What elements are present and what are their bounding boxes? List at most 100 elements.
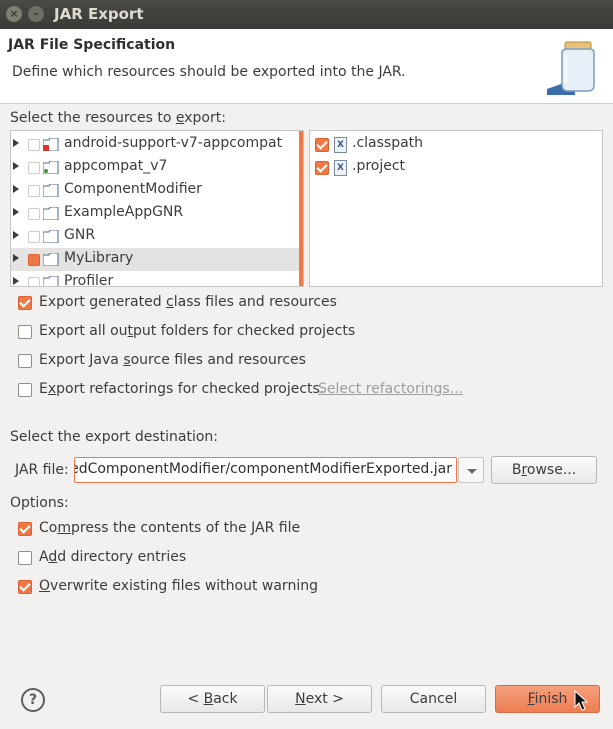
tree-item-profiler[interactable]: Profiler: [11, 271, 299, 286]
tree-item-appcompat-v7[interactable]: appcompat_v7: [11, 156, 299, 179]
button-mnemonic: F: [527, 691, 535, 707]
tree-checkbox[interactable]: [28, 162, 40, 174]
export-java-source-checkbox[interactable]: [18, 354, 32, 368]
expand-arrow-icon[interactable]: [13, 254, 19, 262]
back-button[interactable]: < Back: [160, 685, 265, 713]
tree-checkbox[interactable]: [28, 231, 40, 243]
overwrite-checkbox[interactable]: [18, 580, 32, 594]
tree-checkbox[interactable]: [28, 208, 40, 220]
option-mnemonic: c: [166, 294, 174, 310]
wizard-header: JAR File Specification Define which reso…: [0, 29, 613, 104]
file-list[interactable]: X .classpath X .project: [309, 130, 603, 287]
tree-item-label: GNR: [64, 227, 96, 243]
file-checkbox[interactable]: [315, 138, 329, 152]
tree-checkbox[interactable]: [28, 139, 40, 151]
expand-arrow-icon[interactable]: [13, 185, 19, 193]
next-button[interactable]: Next >: [267, 685, 372, 713]
expand-arrow-icon[interactable]: [13, 277, 19, 285]
option-text: Co: [39, 520, 58, 536]
button-text: ack: [213, 691, 238, 707]
button-text: ext >: [305, 691, 344, 707]
file-item-classpath[interactable]: X .classpath: [310, 133, 600, 156]
tree-scrollbar[interactable]: [299, 131, 303, 286]
option-text: Export Java: [39, 352, 124, 368]
folder-icon: [43, 253, 59, 266]
tree-item-label: ExampleAppGNR: [64, 204, 184, 220]
option-mnemonic: O: [39, 578, 51, 594]
export-refactorings-label[interactable]: Export refactorings for checked projects…: [39, 381, 324, 397]
export-output-folders-label[interactable]: Export all output folders for checked pr…: [39, 323, 355, 339]
jar-file-input[interactable]: edComponentModifier/componentModifierExp…: [74, 457, 457, 483]
file-item-project[interactable]: X .project: [310, 156, 600, 179]
option-text: d directory entries: [57, 549, 187, 565]
file-checkbox[interactable]: [315, 161, 329, 175]
button-text: B: [511, 462, 522, 478]
add-directory-checkbox[interactable]: [18, 551, 32, 565]
button-mnemonic: N: [295, 691, 306, 707]
title-bar: × – JAR Export: [0, 0, 613, 29]
compress-label[interactable]: Compress the contents of the JAR file: [39, 520, 300, 536]
destination-label: Select the export destination:: [10, 429, 219, 445]
option-mnemonic: s: [123, 352, 131, 368]
button-text: inish: [534, 691, 568, 707]
option-text: A: [39, 549, 49, 565]
export-java-source-label[interactable]: Export Java source files and resources: [39, 352, 306, 368]
option-text: Export all ou: [39, 323, 128, 339]
option-text: put folders for checked projects: [133, 323, 356, 339]
resources-label-rest: xport:: [184, 110, 226, 126]
tree-checkbox-partial[interactable]: [28, 254, 40, 266]
folder-icon: [43, 161, 59, 174]
browse-button[interactable]: Browse...: [491, 456, 597, 484]
button-text: owse...: [526, 462, 577, 478]
button-text: <: [187, 691, 204, 707]
folder-icon: [43, 230, 59, 243]
x-file-icon: X: [334, 137, 347, 153]
tree-item-android-support-v7-appcompat[interactable]: android-support-v7-appcompat: [11, 133, 299, 156]
help-icon[interactable]: ?: [21, 688, 45, 712]
window-title: JAR Export: [54, 5, 144, 23]
export-output-folders-checkbox[interactable]: [18, 325, 32, 339]
option-text: Export generated: [39, 294, 167, 310]
tree-item-mylibrary[interactable]: MyLibrary: [11, 248, 299, 271]
page-description: Define which resources should be exporte…: [12, 64, 406, 80]
folder-icon: [43, 276, 59, 286]
project-tree[interactable]: android-support-v7-appcompat appcompat_v…: [10, 130, 304, 287]
close-window-button[interactable]: ×: [6, 6, 22, 22]
tree-item-label: ComponentModifier: [64, 181, 202, 197]
expand-arrow-icon[interactable]: [13, 162, 19, 170]
tree-item-gnr[interactable]: GNR: [11, 225, 299, 248]
export-generated-label[interactable]: Export generated class files and resourc…: [39, 294, 337, 310]
export-refactorings-checkbox[interactable]: [18, 383, 32, 397]
option-text: lass files and resources: [173, 294, 337, 310]
options-label: Options:: [10, 495, 69, 511]
export-generated-checkbox[interactable]: [18, 296, 32, 310]
overwrite-label[interactable]: Overwrite existing files without warning: [39, 578, 318, 594]
folder-icon: [43, 184, 59, 197]
file-item-label: .project: [352, 158, 406, 174]
option-text: verwrite existing files without warning: [50, 578, 318, 594]
x-file-icon: X: [334, 160, 347, 176]
option-text: ource files and resources: [130, 352, 306, 368]
add-directory-label[interactable]: Add directory entries: [39, 549, 186, 565]
expand-arrow-icon[interactable]: [13, 208, 19, 216]
option-text: E: [39, 381, 48, 397]
resources-label: Select the resources to export:: [10, 110, 226, 126]
tree-checkbox[interactable]: [28, 185, 40, 197]
cancel-button[interactable]: Cancel: [381, 685, 486, 713]
jar-file-value: edComponentModifier/componentModifierExp…: [74, 461, 452, 477]
tree-item-label: MyLibrary: [64, 250, 134, 266]
expand-arrow-icon[interactable]: [13, 231, 19, 239]
tree-item-componentmodifier[interactable]: ComponentModifier: [11, 179, 299, 202]
expand-arrow-icon[interactable]: [13, 139, 19, 147]
folder-icon: [43, 207, 59, 220]
folder-error-icon: [43, 138, 59, 151]
select-refactorings-link[interactable]: Select refactorings...: [318, 381, 463, 397]
compress-checkbox[interactable]: [18, 522, 32, 536]
option-text: port refactorings for checked projects.: [56, 381, 325, 397]
minimize-window-button[interactable]: –: [28, 6, 44, 22]
jar-label-text: AR file:: [18, 462, 69, 478]
option-mnemonic: m: [57, 520, 71, 536]
tree-item-exampleappgnr[interactable]: ExampleAppGNR: [11, 202, 299, 225]
tree-checkbox[interactable]: [28, 277, 40, 286]
jar-history-dropdown[interactable]: [458, 457, 484, 483]
